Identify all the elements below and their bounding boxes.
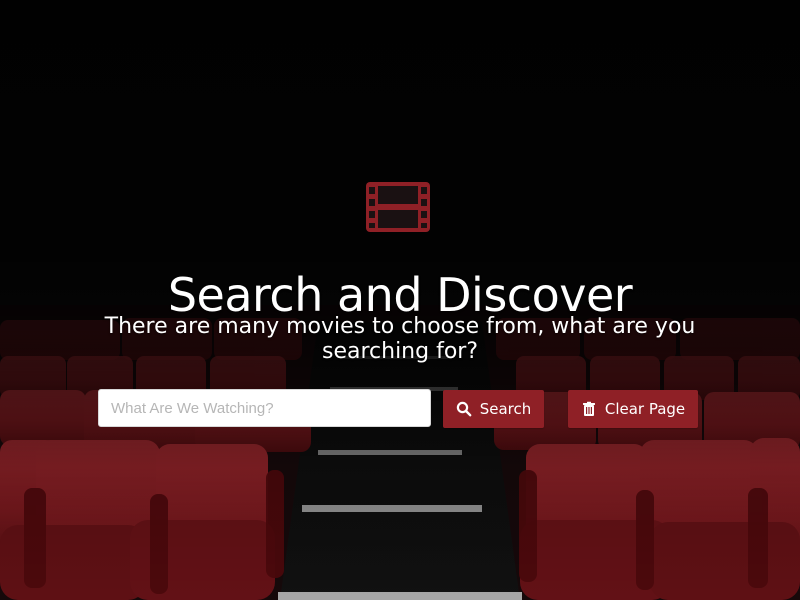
clear-page-button-label: Clear Page xyxy=(604,400,686,418)
search-icon xyxy=(456,401,472,417)
page-subtitle: There are many movies to choose from, wh… xyxy=(104,314,696,364)
search-input[interactable] xyxy=(98,389,431,427)
movie-search-hero: Search and Discover There are many movie… xyxy=(0,0,800,600)
hero-content: Search and Discover There are many movie… xyxy=(0,0,800,600)
clear-page-button[interactable]: Clear Page xyxy=(568,390,698,428)
search-button-label: Search xyxy=(479,400,532,418)
trash-icon xyxy=(582,401,595,416)
search-button[interactable]: Search xyxy=(443,390,544,428)
search-controls: Search Clear Page xyxy=(98,389,700,431)
film-icon xyxy=(366,182,430,232)
